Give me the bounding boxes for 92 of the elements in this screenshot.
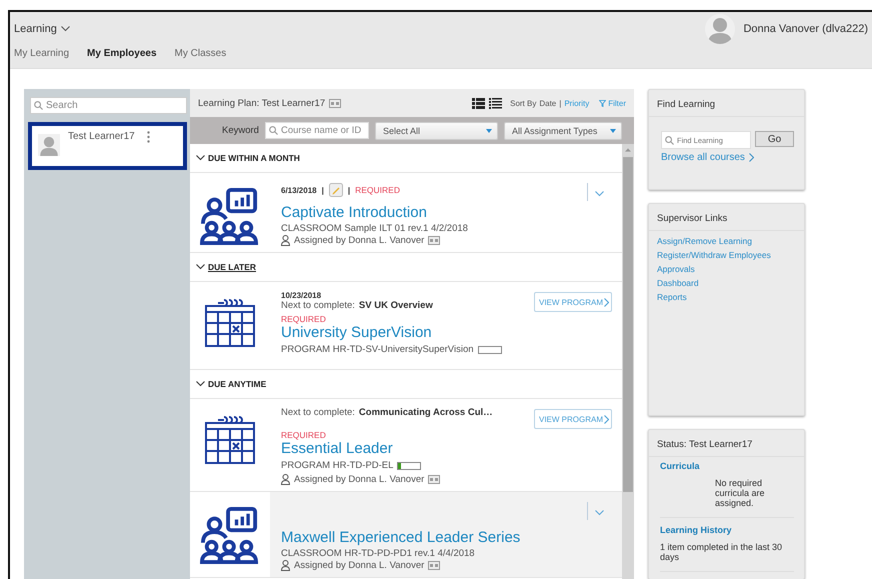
separator-text: | <box>348 186 350 194</box>
keyword-label: Keyword <box>222 125 259 136</box>
section-heading[interactable]: DUE ANYTIME <box>208 379 266 389</box>
nav-tab[interactable]: My Employees <box>87 48 157 59</box>
chevron-down-icon <box>60 26 70 32</box>
employee-name: Test Learner17 <box>68 131 135 144</box>
chevron-down-icon <box>196 381 205 387</box>
filter-link[interactable]: Filter <box>608 98 626 108</box>
separator-text: | <box>322 186 324 194</box>
card-title: Status: Test Learner17 <box>649 430 804 457</box>
status-heading[interactable]: Learning History <box>660 525 794 535</box>
supervisor-link[interactable]: Approvals <box>657 264 796 274</box>
nav-tab[interactable]: My Classes <box>174 48 226 59</box>
chevron-right-icon <box>604 414 609 424</box>
search-field[interactable]: Search <box>30 97 187 114</box>
plan-title: Learning Plan: Test Learner17 <box>198 98 326 108</box>
status-text: No required curricula are assigned. <box>714 478 766 508</box>
classroom-icon <box>199 506 261 564</box>
search-icon <box>665 136 674 144</box>
chevron-down-icon <box>595 510 604 516</box>
id-card-icon <box>329 98 342 108</box>
status-dropdown[interactable]: Select All <box>374 122 498 140</box>
next-course: SV UK Overview <box>358 300 433 311</box>
program-title-link[interactable]: Essential Leader <box>281 440 534 458</box>
view-program-button[interactable]: VIEW PROGRAM <box>534 292 612 312</box>
list-view-icon[interactable] <box>472 98 486 108</box>
search-icon <box>268 126 278 135</box>
status-heading[interactable]: Curricula <box>660 461 794 471</box>
required-label: REQUIRED <box>281 430 327 440</box>
course-subtitle: CLASSROOM HR-TD-PD-PD1 rev.1 4/4/2018 <box>281 548 476 559</box>
id-card-icon <box>428 475 440 484</box>
section-heading[interactable]: DUE WITHIN A MONTH <box>208 153 300 163</box>
required-label: REQUIRED <box>355 185 400 195</box>
person-icon <box>281 474 290 485</box>
calendar-icon <box>204 298 256 348</box>
classroom-icon <box>199 187 261 245</box>
compact-list-icon[interactable] <box>489 98 502 108</box>
course-title-link[interactable]: Maxwell Experienced Leader Series <box>281 529 534 547</box>
browse-link[interactable]: Browse all courses <box>661 152 745 163</box>
due-date: 6/13/2018 <box>281 186 317 194</box>
next-course: Communicating Across Cul… <box>358 407 493 418</box>
section-heading[interactable]: DUE LATER <box>208 262 256 272</box>
required-label: REQUIRED <box>281 314 327 324</box>
assigned-by-text: Assigned by Donna L. Vanover <box>294 235 424 246</box>
caret-icon <box>610 128 616 132</box>
go-button[interactable]: Go <box>755 131 794 147</box>
calendar-icon <box>204 415 256 465</box>
scrollbar[interactable] <box>622 144 634 579</box>
program-code: PROGRAM HR-TD-SV-UniversitySuperVision <box>281 344 474 355</box>
nav-tab[interactable]: My Learning <box>14 48 70 59</box>
chevron-right-icon <box>604 298 609 306</box>
view-program-button[interactable]: VIEW PROGRAM <box>534 409 612 429</box>
avatar-icon <box>38 131 60 159</box>
more-icon[interactable] <box>146 131 150 143</box>
pencil-icon[interactable] <box>328 183 343 197</box>
progress-bar <box>478 346 502 354</box>
keyword-field[interactable]: Course name or ID <box>264 122 369 139</box>
supervisor-link[interactable]: Reports <box>657 292 796 302</box>
card-title: Supervisor Links <box>649 204 804 232</box>
filter-icon[interactable] <box>599 100 606 106</box>
chevron-down-icon <box>595 190 604 196</box>
supervisor-link[interactable]: Register/Withdraw Employees <box>657 250 796 260</box>
assigned-by-text: Assigned by Donna L. Vanover <box>294 560 424 571</box>
sort-label: Sort By <box>510 98 536 108</box>
assigned-by-text: Assigned by Donna L. Vanover <box>294 474 424 485</box>
separator-text: | <box>559 98 562 108</box>
search-icon <box>34 101 43 110</box>
type-dropdown[interactable]: All Assignment Types <box>504 122 622 140</box>
caret-icon <box>486 128 492 132</box>
sort-option[interactable]: Priority <box>564 98 590 108</box>
chevron-right-icon <box>748 153 754 162</box>
person-icon <box>281 560 290 571</box>
next-label: Next to complete: <box>281 407 355 418</box>
program-code: PROGRAM HR-TD-PD-EL <box>281 460 394 471</box>
chevron-down-icon <box>196 264 205 270</box>
course-title-link[interactable]: Captivate Introduction <box>281 204 534 222</box>
status-text: 1 item completed in the last 30 days <box>660 542 784 562</box>
employee-card[interactable]: Test Learner17 <box>28 122 187 170</box>
sort-option[interactable]: Date <box>539 98 556 108</box>
supervisor-link[interactable]: Assign/Remove Learning <box>657 236 796 246</box>
card-title: Find Learning <box>649 90 804 117</box>
next-label: Next to complete: <box>281 300 355 311</box>
program-title-link[interactable]: University SuperVision <box>281 324 534 342</box>
course-subtitle: CLASSROOM Sample ILT 01 rev.1 4/2/2018 <box>281 223 469 234</box>
chevron-down-icon <box>196 155 205 161</box>
person-icon <box>281 235 290 246</box>
id-card-icon <box>428 561 440 570</box>
due-date: 10/23/2018 <box>281 291 322 300</box>
id-card-icon <box>428 236 440 245</box>
user-name[interactable]: Donna Vanover (dlva222) <box>743 23 868 35</box>
app-menu[interactable]: Learning <box>14 23 70 35</box>
supervisor-link[interactable]: Dashboard <box>657 278 796 288</box>
